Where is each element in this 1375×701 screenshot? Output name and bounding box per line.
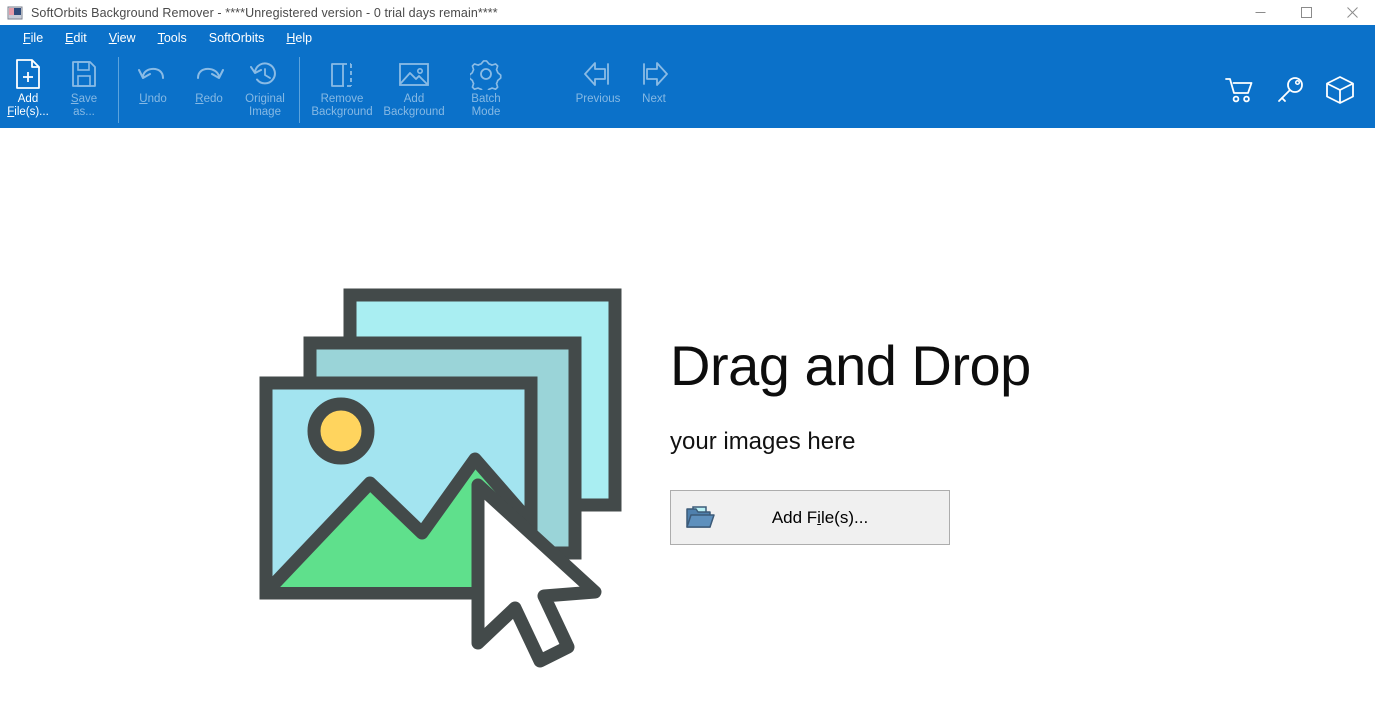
add-files-button[interactable]: Add File(s)...	[670, 490, 950, 545]
toolbar-button-add-files[interactable]: Add File(s)...	[0, 53, 56, 125]
drag-drop-zone[interactable]: Drag and Drop your images here Add File(…	[250, 283, 1031, 683]
toolbar-label-original-image: Original Image	[245, 93, 285, 118]
menu-bar: File Edit View Tools SoftOrbits Help	[0, 25, 1375, 51]
toolbar-label-add-background: Add Background	[383, 93, 445, 118]
menu-item-view[interactable]: View	[98, 25, 147, 51]
stacked-photos-cursor-illustration	[250, 283, 650, 683]
main-toolbar: Add File(s)... Save as... Undo Redo Orig…	[0, 51, 1375, 128]
toolbar-label-next: Next	[642, 93, 666, 105]
other-products-button[interactable]	[1323, 73, 1357, 107]
window-title: SoftOrbits Background Remover - ****Unre…	[31, 5, 498, 20]
page-title: Drag and Drop	[670, 334, 1031, 397]
history-clock-icon	[249, 58, 281, 90]
toolbar-button-remove-background[interactable]: Remove Background	[306, 53, 378, 125]
toolbar-button-original-image[interactable]: Original Image	[237, 53, 293, 125]
register-key-button[interactable]	[1273, 73, 1307, 107]
toolbar-separator-1	[118, 57, 119, 123]
close-icon	[1346, 7, 1358, 18]
document-plus-icon	[14, 58, 42, 90]
gear-icon	[470, 58, 502, 90]
open-folder-icon	[685, 505, 715, 531]
toolbar-label-remove-background: Remove Background	[311, 93, 373, 118]
toolbar-label-batch-mode: Batch Mode	[471, 93, 501, 118]
toolbar-button-next[interactable]: Next	[626, 53, 682, 125]
toolbar-label-save-as: Save as...	[70, 93, 98, 118]
menu-item-softorbits[interactable]: SoftOrbits	[198, 25, 276, 51]
drop-text-block: Drag and Drop your images here Add File(…	[670, 335, 1031, 545]
minimize-icon	[1255, 12, 1265, 13]
menu-item-edit[interactable]: Edit	[54, 25, 98, 51]
toolbar-button-undo[interactable]: Undo	[125, 53, 181, 125]
application-window: SoftOrbits Background Remover - ****Unre…	[0, 0, 1375, 701]
arrow-left-bar-icon	[581, 58, 615, 90]
maximize-icon	[1300, 7, 1312, 18]
toolbar-button-redo[interactable]: Redo	[181, 53, 237, 125]
toolbar-label-add-files: Add File(s)...	[7, 93, 49, 118]
window-controls	[1237, 0, 1375, 25]
toolbar-right-icon-group	[1223, 73, 1357, 107]
box-package-icon	[1326, 76, 1354, 104]
shopping-cart-icon	[1225, 78, 1253, 103]
menu-item-help[interactable]: Help	[275, 25, 323, 51]
maximize-button[interactable]	[1283, 0, 1329, 25]
floppy-disk-icon	[70, 58, 98, 90]
dashed-square-icon	[327, 58, 357, 90]
toolbar-label-undo: Undo	[139, 93, 167, 105]
arrow-right-bar-icon	[637, 58, 671, 90]
key-icon	[1278, 77, 1303, 102]
toolbar-button-previous[interactable]: Previous	[570, 53, 626, 125]
redo-arrow-icon	[193, 58, 225, 90]
toolbar-button-save-as[interactable]: Save as...	[56, 53, 112, 125]
buy-button[interactable]	[1223, 73, 1257, 107]
minimize-button[interactable]	[1237, 0, 1283, 25]
toolbar-button-batch-mode[interactable]: Batch Mode	[450, 53, 522, 125]
toolbar-label-previous: Previous	[575, 93, 621, 105]
menu-item-tools[interactable]: Tools	[147, 25, 198, 51]
undo-arrow-icon	[137, 58, 169, 90]
picture-icon	[397, 58, 431, 90]
title-bar: SoftOrbits Background Remover - ****Unre…	[0, 0, 1375, 25]
close-button[interactable]	[1329, 0, 1375, 25]
app-image-icon	[7, 5, 23, 21]
menu-item-file[interactable]: File	[12, 25, 54, 51]
add-files-button-label: Add File(s)...	[771, 507, 869, 527]
main-content-area: Drag and Drop your images here Add File(…	[0, 128, 1375, 701]
toolbar-separator-2	[299, 57, 300, 123]
toolbar-label-redo: Redo	[195, 93, 223, 105]
page-subtitle: your images here	[670, 428, 856, 455]
toolbar-button-add-background[interactable]: Add Background	[378, 53, 450, 125]
